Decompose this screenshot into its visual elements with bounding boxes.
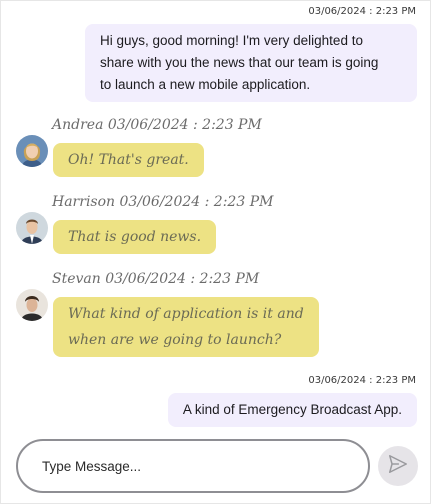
incoming-message-bubble: Oh! That's great. (53, 143, 204, 177)
message-timestamp: 03/06/2024 : 2:23 PM (308, 375, 416, 386)
message-input[interactable] (42, 441, 342, 491)
message-line: Oh! That's great. (68, 152, 189, 168)
message-composer (16, 439, 370, 493)
message-line: Hi guys, good morning! I'm very delighte… (100, 33, 363, 48)
incoming-message-bubble: What kind of application is it and when … (53, 297, 319, 357)
message-header: Stevan 03/06/2024 : 2:23 PM (52, 271, 260, 287)
message-line: What kind of application is it and (68, 306, 304, 322)
outgoing-message-bubble: Hi guys, good morning! I'm very delighte… (85, 24, 417, 102)
send-button[interactable] (378, 446, 418, 486)
message-list[interactable]: 03/06/2024 : 2:23 PM Hi guys, good morni… (1, 1, 431, 431)
message-header: Harrison 03/06/2024 : 2:23 PM (52, 194, 274, 210)
message-line: A kind of Emergency Broadcast App. (182, 402, 402, 417)
message-line: to launch a new mobile application. (100, 77, 311, 92)
message-line: when are we going to launch? (68, 332, 282, 348)
message-header: Andrea 03/06/2024 : 2:23 PM (52, 117, 262, 133)
avatar-andrea (16, 135, 48, 167)
message-timestamp: 03/06/2024 : 2:23 PM (308, 6, 416, 17)
message-line: That is good news. (68, 229, 202, 245)
avatar-stevan (16, 289, 48, 321)
avatar-harrison (16, 212, 48, 244)
send-icon (387, 453, 409, 479)
message-line: share with you the news that our team is… (100, 55, 379, 70)
outgoing-message-bubble: A kind of Emergency Broadcast App. (167, 393, 417, 427)
chat-window: 03/06/2024 : 2:23 PM Hi guys, good morni… (0, 0, 431, 504)
incoming-message-bubble: That is good news. (53, 220, 217, 254)
